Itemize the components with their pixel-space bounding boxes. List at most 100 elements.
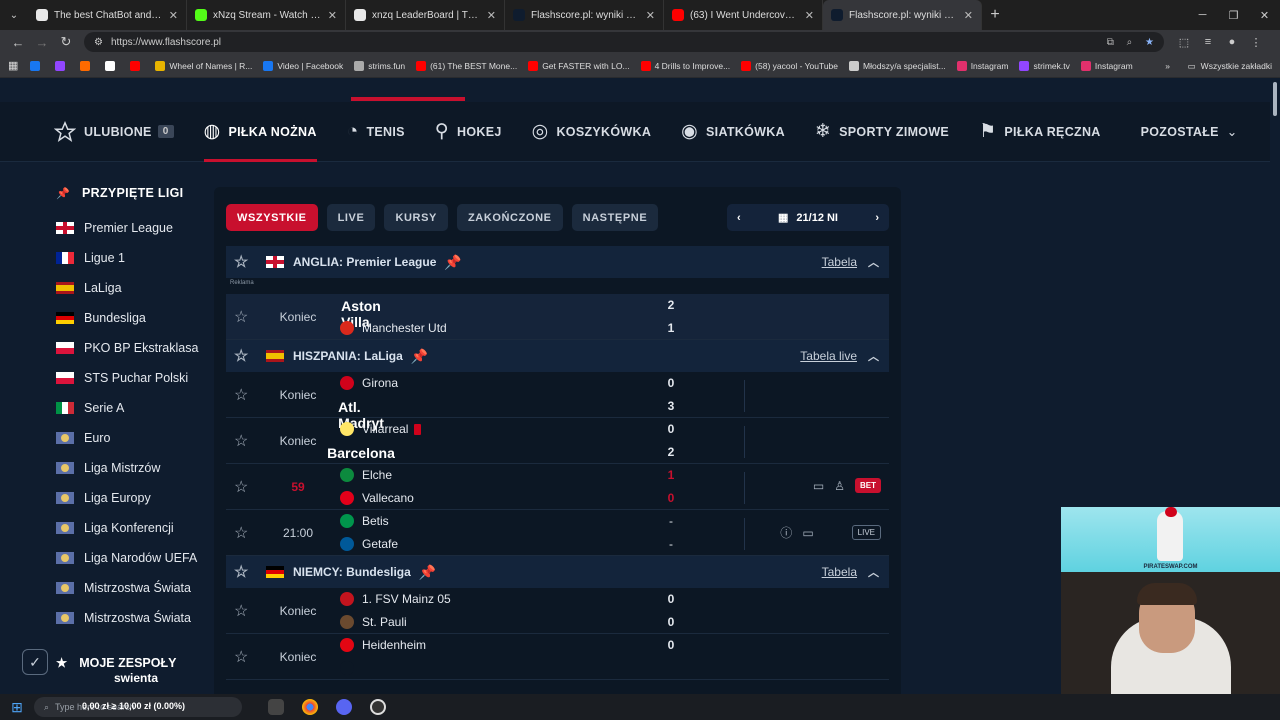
- pinned-league-item[interactable]: Euro: [56, 423, 216, 453]
- pinned-league-item[interactable]: Liga Narodów UEFA: [56, 543, 216, 573]
- bookmark-item[interactable]: (58) yacool - YouTube: [741, 60, 838, 71]
- league-header[interactable]: ☆ HISZPANIA: LaLiga 📌 Tabela live ︿: [226, 340, 889, 372]
- nav-sport-item[interactable]: ⚑ PIŁKA RĘCZNA: [979, 102, 1101, 162]
- media-icon[interactable]: ≡: [1196, 36, 1220, 49]
- site-info-icon[interactable]: ⚙: [94, 37, 103, 48]
- league-header[interactable]: ☆ NIEMCY: Bundesliga 📌 Tabela ︿: [226, 556, 889, 588]
- filter-button[interactable]: LIVE: [326, 204, 376, 231]
- filter-button[interactable]: NASTĘPNE: [571, 204, 659, 231]
- taskbar-search[interactable]: ⌕ Type here to search 0,00 zł ≥ 10,00 zł…: [34, 697, 242, 717]
- forward-icon[interactable]: →: [30, 35, 54, 50]
- chevron-up-icon[interactable]: ︿: [868, 254, 879, 270]
- pinned-league-item[interactable]: Liga Konferencji: [56, 513, 216, 543]
- match-row[interactable]: ☆ 59 Elche Vallecano 1 0 ▭ ♙ BET: [226, 464, 889, 510]
- bookmark-item[interactable]: strims.fun: [354, 60, 405, 71]
- pinned-league-item[interactable]: Liga Europy: [56, 483, 216, 513]
- extensions-icon[interactable]: ⬚: [1172, 36, 1196, 49]
- star-icon[interactable]: ☆: [234, 477, 248, 497]
- bookmark-item[interactable]: Młodszy/a specjalist...: [849, 60, 946, 71]
- bet-button[interactable]: BET: [855, 478, 881, 493]
- my-teams-header[interactable]: ★ MOJE ZESPOŁY: [56, 655, 216, 671]
- bookmark-item[interactable]: 4 Drills to Improve...: [640, 60, 730, 71]
- bookmark-item[interactable]: [80, 60, 94, 71]
- prev-day-icon[interactable]: ‹: [737, 212, 741, 224]
- nav-sport-item[interactable]: ◔ TENIS: [347, 102, 405, 162]
- pinned-league-item[interactable]: LaLiga: [56, 273, 216, 303]
- pinned-league-item[interactable]: Mistrzostwa Świata: [56, 573, 216, 603]
- pinned-league-item[interactable]: STS Puchar Polski: [56, 363, 216, 393]
- standings-link[interactable]: Tabela: [822, 255, 857, 269]
- url-field[interactable]: ⚙ https://www.flashscore.pl ⧉ ⌕ ★: [84, 32, 1164, 52]
- browser-tab[interactable]: xnzq LeaderBoard | The best Ch ✕: [346, 0, 505, 30]
- bookmark-item[interactable]: Wheel of Names | R...: [155, 60, 252, 71]
- league-header[interactable]: ☆ ANGLIA: Premier League 📌 Tabela ︿: [226, 246, 889, 278]
- menu-icon[interactable]: ⋮: [1244, 36, 1268, 49]
- pinned-league-item[interactable]: PKO BP Ekstraklasa: [56, 333, 216, 363]
- bookmark-item[interactable]: [130, 60, 144, 71]
- pinned-league-item[interactable]: Serie A: [56, 393, 216, 423]
- minimize-icon[interactable]: ─: [1187, 0, 1218, 30]
- close-window-icon[interactable]: ✕: [1249, 0, 1280, 30]
- bookmark-item[interactable]: Instagram: [1080, 60, 1133, 71]
- browser-tab[interactable]: (63) I Went Undercover as Sant ✕: [664, 0, 823, 30]
- nav-sport-item[interactable]: ◎ KOSZYKÓWKA: [532, 102, 652, 162]
- bookmark-item[interactable]: Instagram: [956, 60, 1008, 71]
- standings-link[interactable]: Tabela live: [800, 349, 857, 363]
- filter-button[interactable]: KURSY: [384, 204, 448, 231]
- nav-favorites[interactable]: ULUBIONE 0: [54, 102, 174, 162]
- star-icon[interactable]: ☆: [234, 562, 254, 582]
- nav-sport-item[interactable]: ◍ PIŁKA NOŻNA: [203, 102, 317, 162]
- date-selector[interactable]: ‹ ▦ 21/12 NI ›: [727, 204, 889, 231]
- shield-check-icon[interactable]: ✓: [22, 649, 48, 675]
- profile-avatar[interactable]: ●: [1220, 36, 1244, 49]
- pinned-league-item[interactable]: Premier League: [56, 213, 216, 243]
- filter-button[interactable]: ZAKOŃCZONE: [456, 204, 563, 231]
- filter-button[interactable]: WSZYSTKIE: [226, 204, 318, 231]
- taskbar-chrome-icon[interactable]: [294, 694, 326, 720]
- scrollbar-thumb[interactable]: [1273, 82, 1277, 116]
- bookmark-item[interactable]: (61) The BEST Mone...: [416, 60, 517, 71]
- pinned-league-item[interactable]: Bundesliga: [56, 303, 216, 333]
- windows-start-icon[interactable]: ⊞: [0, 699, 34, 716]
- tab-close-icon[interactable]: ✕: [169, 9, 178, 22]
- bookmark-item[interactable]: Get FASTER with LO...: [528, 60, 630, 71]
- browser-tab[interactable]: Flashscore.pl: wyniki piłki nożne ✕: [823, 0, 982, 30]
- match-row[interactable]: ☆ Koniec Girona Atl. Madryt 0 3: [226, 372, 889, 431]
- bookmark-item[interactable]: Video | Facebook: [263, 60, 343, 71]
- taskbar-obs-icon[interactable]: [362, 694, 394, 720]
- pinned-league-item[interactable]: Liga Mistrzów: [56, 453, 216, 483]
- star-icon[interactable]: ☆: [234, 647, 248, 667]
- taskbar-terminal-icon[interactable]: [260, 694, 292, 720]
- bookmark-item[interactable]: [55, 60, 69, 71]
- star-icon[interactable]: ☆: [234, 601, 248, 621]
- star-icon[interactable]: ☆: [234, 346, 254, 366]
- match-row[interactable]: ☆ Koniec Heidenheim 0: [226, 634, 889, 680]
- tv-icon[interactable]: ▭: [802, 526, 813, 540]
- nav-sport-item[interactable]: ⚲ HOKEJ: [435, 102, 502, 162]
- next-day-icon[interactable]: ›: [875, 212, 879, 224]
- pin-icon[interactable]: 📌: [444, 254, 461, 271]
- pin-icon[interactable]: 📌: [419, 564, 436, 581]
- more-bookmarks-icon[interactable]: »: [1165, 61, 1170, 71]
- browser-tab[interactable]: Flashscore.pl: wyniki piłki nożne ✕: [505, 0, 664, 30]
- tab-search-icon[interactable]: ⌄: [0, 0, 28, 30]
- star-icon[interactable]: ☆: [234, 252, 254, 272]
- star-icon[interactable]: ☆: [234, 307, 248, 327]
- jersey-icon[interactable]: ♙: [834, 479, 845, 493]
- match-row[interactable]: ☆ Koniec 1. FSV Mainz 05 St. Pauli 0 0: [226, 588, 889, 634]
- install-icon[interactable]: ⧉: [1107, 37, 1114, 48]
- chevron-up-icon[interactable]: ︿: [868, 348, 879, 364]
- nav-more[interactable]: POZOSTAŁE ⌄: [1141, 102, 1238, 162]
- match-row[interactable]: ☆ Koniec Villarreal Barcelona 0 2: [226, 418, 889, 464]
- tv-icon[interactable]: ▭: [813, 479, 824, 493]
- live-button[interactable]: LIVE: [851, 525, 881, 540]
- tab-close-icon[interactable]: ✕: [328, 9, 337, 22]
- pinned-league-item[interactable]: Ligue 1: [56, 243, 216, 273]
- new-tab-button[interactable]: +: [982, 6, 1008, 24]
- chevron-up-icon[interactable]: ︿: [868, 564, 879, 580]
- star-icon[interactable]: ☆: [234, 385, 248, 405]
- pin-icon[interactable]: 📌: [411, 348, 428, 365]
- nav-sport-item[interactable]: ❄ SPORTY ZIMOWE: [815, 102, 949, 162]
- restore-icon[interactable]: ❐: [1218, 0, 1249, 30]
- star-icon[interactable]: ☆: [234, 431, 248, 451]
